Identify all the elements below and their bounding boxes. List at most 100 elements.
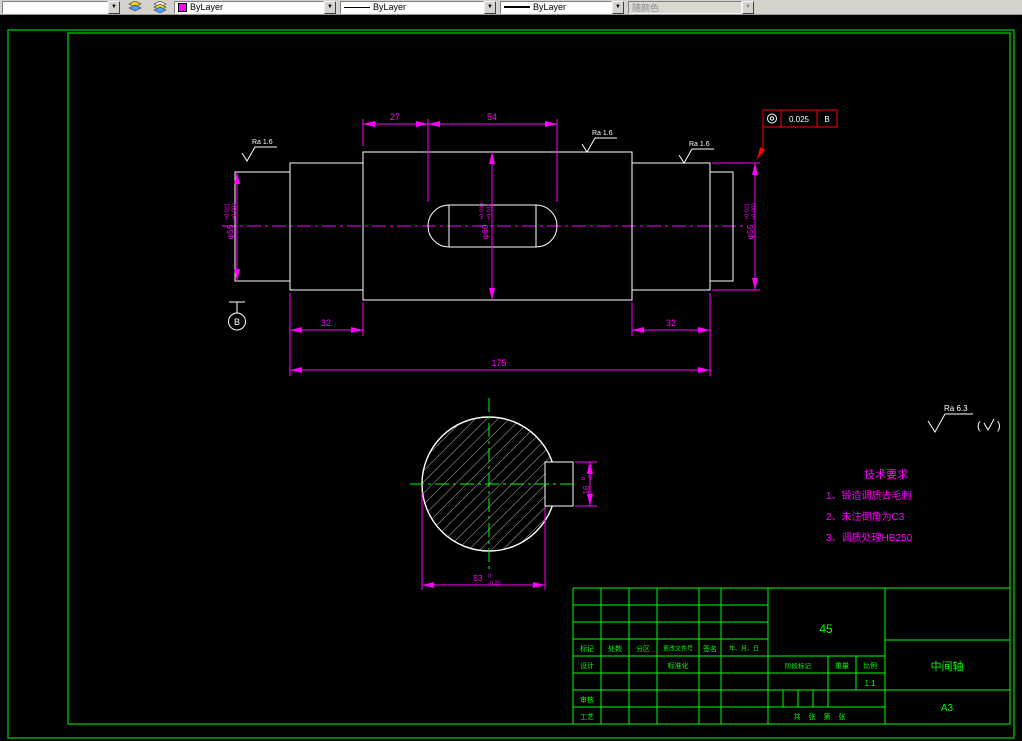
lineweight-sample-icon	[504, 6, 530, 8]
color-dropdown[interactable]: ByLayer ▼	[174, 0, 336, 14]
svg-text:32: 32	[666, 318, 676, 328]
gdt-leader	[756, 127, 766, 160]
technical-requirements[interactable]: 技术要求 1、锻造调质去毛刺 2、未注倒角为C3 3、调质处理HB250	[826, 468, 913, 544]
object-properties-toolbar: ▼ ByLayer ▼ ByLayer ▼ ByLayer ▼ 随颜色 ▼	[0, 0, 1022, 15]
svg-text:B: B	[234, 317, 240, 327]
dimension-27[interactable]: 27	[363, 112, 428, 127]
svg-text:标记: 标记	[580, 644, 594, 653]
roughness-symbol-right[interactable]: Ra 1.6	[678, 141, 714, 164]
svg-text:φ55: φ55	[745, 224, 755, 239]
svg-text:设计: 设计	[580, 661, 594, 670]
svg-text:2、未注倒角为C3: 2、未注倒角为C3	[826, 510, 905, 523]
svg-text:32: 32	[321, 318, 331, 328]
layer-sheets-icon	[152, 1, 167, 13]
svg-text:φ60: φ60	[480, 224, 490, 239]
material-value: 45	[819, 622, 833, 636]
svg-text:0.025: 0.025	[789, 115, 810, 124]
svg-text:标准化: 标准化	[668, 661, 689, 670]
dimension-54[interactable]: 54	[428, 112, 557, 127]
svg-text:53: 53	[473, 573, 483, 583]
svg-text:+0.011: +0.011	[487, 203, 493, 220]
svg-text:1、锻造调质去毛刺: 1、锻造调质去毛刺	[826, 489, 912, 502]
svg-text:审核: 审核	[580, 695, 594, 704]
concentricity-icon	[767, 113, 777, 124]
svg-text:+0.002: +0.002	[752, 203, 758, 220]
svg-text:27: 27	[390, 112, 400, 122]
lineweight-value: ByLayer	[533, 2, 567, 12]
layer-dropdown[interactable]: ▼	[2, 0, 120, 14]
svg-text:-0.043: -0.043	[588, 464, 594, 480]
part-name: 中间轴	[931, 659, 964, 673]
svg-text:更改文件号: 更改文件号	[663, 645, 693, 653]
sheet-size: A3	[941, 703, 954, 714]
svg-text:张: 张	[809, 712, 816, 721]
svg-text:3、调质处理HB250: 3、调质处理HB250	[826, 532, 913, 544]
dimension-32-right[interactable]: 32	[632, 318, 710, 333]
linetype-dropdown[interactable]: ByLayer ▼	[340, 0, 496, 14]
svg-text:+0.021: +0.021	[225, 203, 231, 220]
layers-icon	[127, 1, 142, 13]
dimension-dia-right[interactable]: φ55 +0.021 +0.002	[745, 163, 758, 290]
svg-text:Ra 6.3: Ra 6.3	[944, 404, 968, 413]
dropdown-arrow-icon[interactable]: ▼	[484, 0, 496, 14]
svg-text:): )	[997, 420, 1001, 432]
svg-text:Ra 1.6: Ra 1.6	[689, 141, 710, 148]
roughness-symbol-left[interactable]: Ra 1.6	[241, 139, 277, 162]
linetype-sample-icon	[344, 6, 370, 8]
color-value: ByLayer	[190, 2, 224, 12]
svg-text:技术要求: 技术要求	[864, 468, 908, 481]
svg-text:第: 第	[824, 712, 831, 721]
svg-text:处数: 处数	[608, 644, 622, 653]
paper-border	[7, 29, 1015, 739]
drawing-frame	[67, 32, 1011, 725]
svg-text:重量: 重量	[835, 662, 849, 670]
svg-text:φ55: φ55	[225, 224, 235, 239]
dimension-175[interactable]: 175	[290, 358, 710, 373]
datum-symbol-b[interactable]: B	[228, 301, 246, 331]
svg-text:阶段标记: 阶段标记	[785, 661, 812, 670]
drawing-canvas[interactable]: 27 54 φ55 +0.021 +0.002 φ60 +0.030 +0.01…	[0, 15, 1022, 741]
dropdown-arrow-icon: ▼	[742, 0, 754, 14]
dimension-32-left[interactable]: 32	[290, 318, 363, 333]
svg-text:Ra 1.6: Ra 1.6	[252, 139, 273, 146]
dropdown-arrow-icon[interactable]: ▼	[324, 0, 336, 14]
plot-style-value: 随颜色	[632, 2, 660, 13]
svg-text:175: 175	[491, 358, 506, 368]
svg-text:16: 16	[582, 485, 591, 494]
shaft-section-view[interactable]	[410, 398, 578, 570]
svg-text:分区: 分区	[636, 644, 650, 653]
drawing-viewport[interactable]: 27 54 φ55 +0.021 +0.002 φ60 +0.030 +0.01…	[0, 15, 1022, 741]
svg-text:(: (	[977, 420, 981, 432]
roughness-basic-icon	[983, 418, 995, 432]
linetype-value: ByLayer	[373, 2, 407, 12]
gdt-frame[interactable]: 0.025 B	[756, 109, 838, 160]
svg-text:+0.021: +0.021	[745, 203, 751, 220]
layer-previous-button[interactable]	[149, 0, 170, 14]
roughness-symbol-mid[interactable]: Ra 1.6	[581, 130, 617, 153]
dimension-53[interactable]: 53 0 -0.20	[422, 573, 545, 588]
dimension-16[interactable]: 16 0 -0.043	[581, 462, 594, 506]
svg-text:张: 张	[839, 712, 846, 721]
svg-text:0: 0	[581, 477, 587, 480]
concentricity-icon	[769, 116, 775, 121]
svg-text:共: 共	[794, 712, 801, 721]
svg-text:B: B	[824, 115, 829, 124]
layer-field[interactable]	[2, 0, 108, 14]
svg-text:签名: 签名	[703, 644, 717, 653]
scale-value: 1:1	[864, 679, 876, 688]
svg-text:年、月、日: 年、月、日	[729, 645, 759, 653]
title-block[interactable]: 标记 处数 分区 更改文件号 签名 年、月、日 设计 标准化 审核 工艺 阶段标…	[572, 587, 1010, 724]
lineweight-dropdown[interactable]: ByLayer ▼	[500, 0, 624, 14]
svg-text:Ra 1.6: Ra 1.6	[592, 130, 613, 137]
make-object-layer-current-button[interactable]	[124, 0, 145, 14]
svg-text:+0.002: +0.002	[232, 203, 238, 220]
svg-text:+0.030: +0.030	[480, 203, 486, 220]
svg-text:0: 0	[488, 574, 491, 580]
dropdown-arrow-icon[interactable]: ▼	[612, 0, 624, 14]
dropdown-arrow-icon[interactable]: ▼	[108, 0, 120, 14]
svg-text:54: 54	[487, 112, 497, 122]
current-color-swatch	[178, 2, 187, 12]
svg-text:比例: 比例	[863, 661, 877, 670]
roughness-symbol-others[interactable]: Ra 6.3 ( )	[927, 404, 1001, 433]
plot-style-dropdown: 随颜色 ▼	[628, 0, 754, 14]
